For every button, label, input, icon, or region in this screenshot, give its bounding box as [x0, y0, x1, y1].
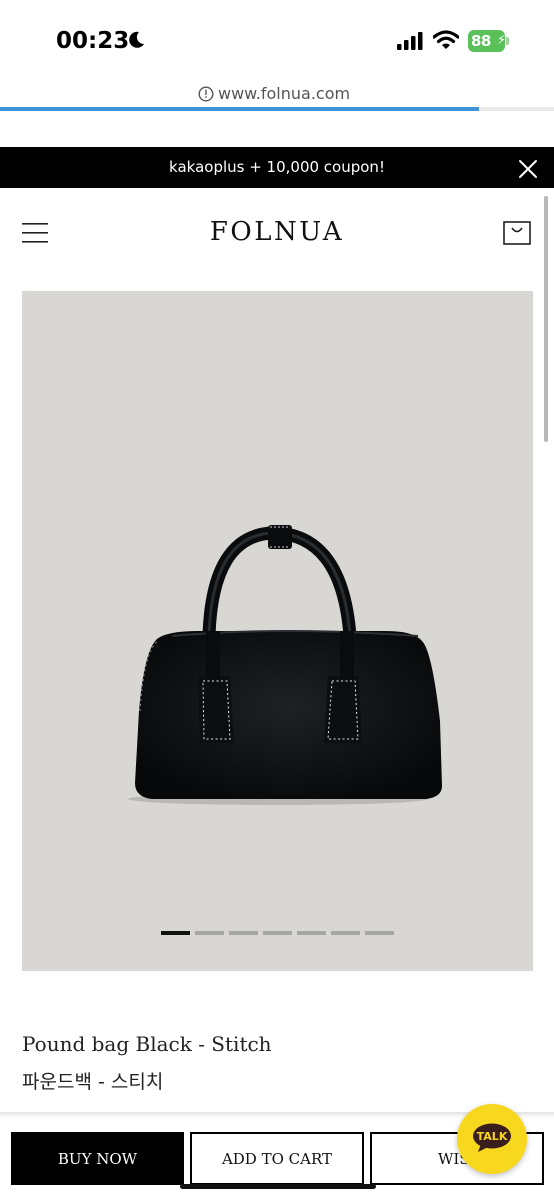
signal-icon	[397, 32, 423, 50]
carousel-dot[interactable]	[297, 931, 326, 935]
coupon-banner[interactable]: kakaoplus + 10,000 coupon!	[0, 147, 554, 188]
page-load-progress	[0, 107, 554, 111]
carousel-dot[interactable]	[263, 931, 292, 935]
carousel-dot[interactable]	[331, 931, 360, 935]
wifi-icon	[433, 30, 459, 49]
carousel-indicator[interactable]	[161, 931, 394, 935]
buy-now-button[interactable]: BUY NOW	[11, 1132, 184, 1185]
battery-level: 88	[471, 32, 491, 50]
status-time: 00:23	[56, 28, 130, 54]
cart-icon[interactable]	[503, 218, 531, 246]
info-icon[interactable]	[198, 85, 214, 102]
charging-bolt-icon: ⚡	[497, 33, 507, 48]
site-logo[interactable]: FOLNUA	[0, 217, 554, 247]
product-name: Pound bag Black - Stitch	[22, 1032, 272, 1056]
home-indicator[interactable]	[180, 1184, 376, 1189]
carousel-dot[interactable]	[161, 931, 190, 935]
product-name-korean: 파운드백 - 스티치	[22, 1071, 164, 1093]
carousel-dot[interactable]	[195, 931, 224, 935]
carousel-dot[interactable]	[229, 931, 258, 935]
add-to-cart-button[interactable]: ADD TO CART	[190, 1132, 364, 1185]
coupon-text: kakaoplus + 10,000 coupon!	[169, 158, 385, 176]
moon-icon	[129, 31, 144, 48]
close-icon[interactable]	[517, 158, 539, 180]
battery-indicator: 88 ⚡	[468, 30, 510, 52]
page-load-progress-fill	[0, 107, 480, 111]
carousel-dot[interactable]	[365, 931, 394, 935]
status-bar: 00:23 88 ⚡	[0, 0, 554, 80]
kakao-talk-button[interactable]: TALK	[457, 1104, 527, 1174]
product-image-carousel[interactable]	[22, 291, 533, 971]
product-photo	[128, 525, 442, 805]
url-text[interactable]: www.folnua.com	[218, 84, 350, 103]
browser-url-bar[interactable]: www.folnua.com	[0, 80, 554, 110]
talk-label: TALK	[476, 1130, 508, 1143]
